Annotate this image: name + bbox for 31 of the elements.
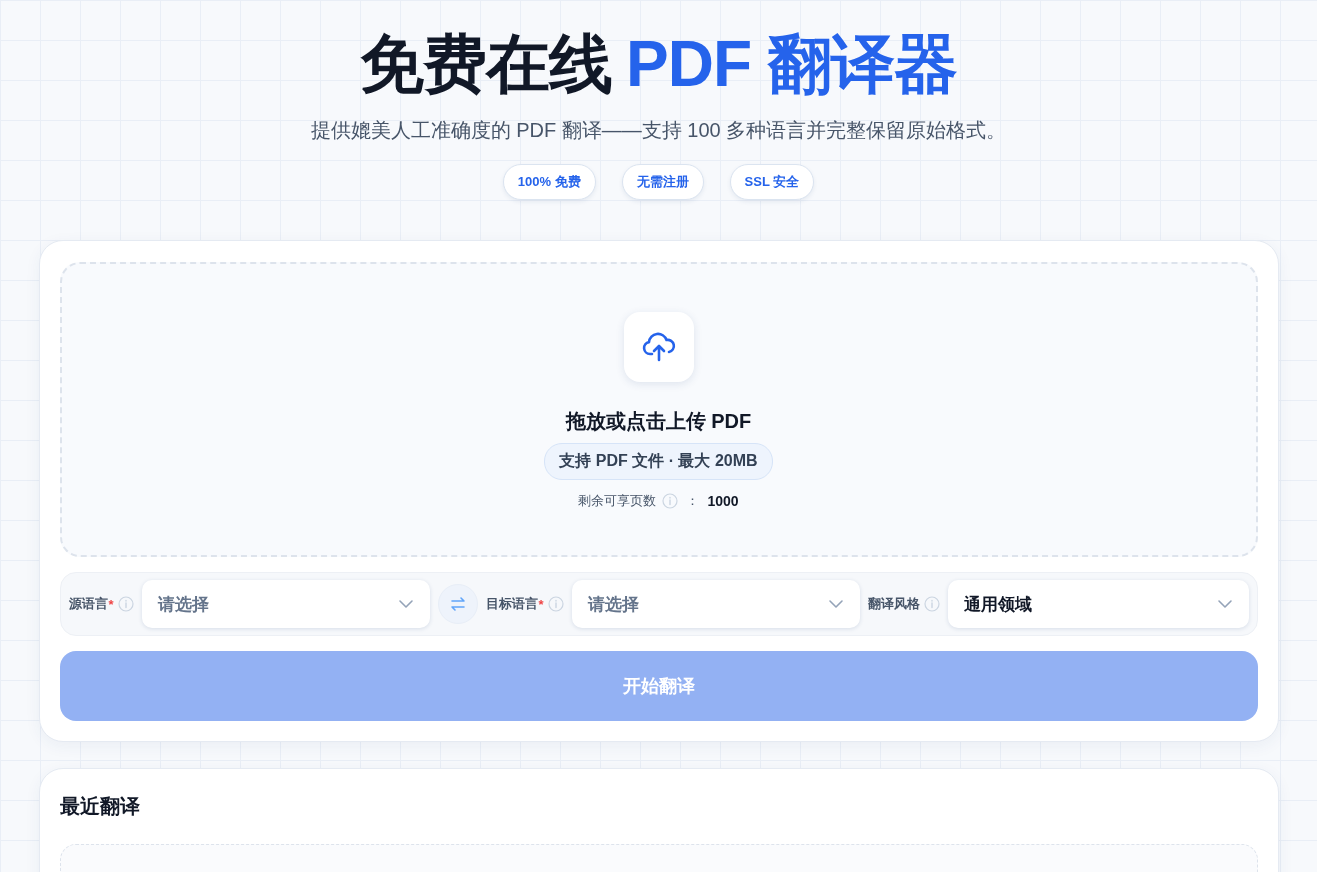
page-title-accent: PDF 翻译器	[626, 27, 957, 102]
feature-badge: SSL 安全	[729, 164, 815, 200]
page-title: 免费在线	[360, 27, 613, 102]
field-label: 目标语言	[485, 595, 538, 613]
upload-dropzone[interactable]: 拖放或点击上传 PDF 支持 PDF 文件 · 最大 20MB 剩余可享页数 ： 1000	[59, 262, 1258, 557]
chevron-down-icon	[1216, 599, 1233, 609]
cloud-upload-icon	[641, 332, 676, 362]
select-field[interactable]: 请选择	[571, 580, 860, 628]
quota-value: 1000	[707, 493, 739, 509]
upload-title: 拖放或点击上传 PDF	[565, 409, 752, 434]
field-label: 源语言	[68, 595, 108, 613]
file-limit-pill: 支持 PDF 文件 · 最大 20MB	[544, 443, 773, 480]
quota-separator: ：	[686, 492, 700, 510]
required-mark: *	[108, 596, 114, 612]
select-field[interactable]: 通用领域	[947, 580, 1249, 628]
quota-label: 剩余可享页数	[578, 492, 657, 510]
select-field[interactable]: 请选择	[141, 580, 430, 628]
swap-arrows-icon	[448, 595, 467, 613]
info-icon[interactable]	[547, 596, 564, 612]
section-title: 最近翻译	[59, 794, 141, 819]
feature-badge: 100% 免费	[502, 164, 596, 200]
required-mark: *	[538, 596, 544, 612]
info-icon[interactable]	[923, 596, 940, 612]
chevron-down-icon	[827, 599, 844, 609]
swap-languages-button[interactable]	[437, 584, 478, 624]
chevron-down-icon	[397, 599, 414, 609]
info-icon[interactable]	[117, 596, 134, 612]
feature-badge: 无需注册	[621, 164, 704, 200]
field-label: 翻译风格	[867, 595, 920, 613]
info-icon[interactable]	[662, 493, 679, 509]
subtitle: 提供媲美人工准确度的 PDF 翻译——支持 100 多种语言并完整保留原始格式。	[310, 118, 1007, 143]
